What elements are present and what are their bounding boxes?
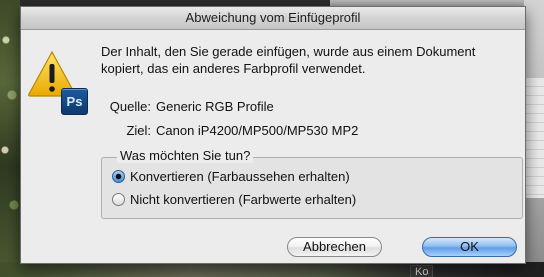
background-panel-tab[interactable]: Ko (410, 265, 434, 277)
source-profile-label: Quelle: (109, 99, 151, 114)
source-profile-row: Quelle: Generic RGB Profile (101, 99, 274, 114)
dialog-content: Ps Der Inhalt, den Sie gerade einfügen, … (21, 30, 525, 263)
dialog-message: Der Inhalt, den Sie gerade einfügen, wur… (101, 44, 476, 76)
radio-dont-convert-label[interactable]: Nicht konvertieren (Farbwerte erhalten) (130, 192, 356, 207)
paste-profile-mismatch-dialog: Abweichung vom Einfügeprofil Ps Der Inha… (20, 6, 526, 264)
target-profile-value: Canon iP4200/MP500/MP530 MP2 (156, 123, 359, 138)
dialog-title: Abweichung vom Einfügeprofil (21, 7, 525, 30)
target-profile-label: Ziel: (126, 123, 151, 138)
background-photo-bottom (0, 262, 544, 277)
source-profile-value: Generic RGB Profile (156, 99, 274, 114)
radio-button[interactable] (112, 193, 125, 206)
cancel-button[interactable]: Abbrechen (287, 237, 382, 257)
radio-convert-label[interactable]: Konvertieren (Farbaussehen erhalten) (130, 169, 350, 184)
photoshop-app-icon: Ps (61, 88, 88, 115)
radio-button-selected[interactable] (112, 170, 125, 183)
options-group: Konvertieren (Farbaussehen erhalten) Nic… (101, 157, 523, 219)
options-group-title: Was möchten Sie tun? (117, 148, 254, 163)
target-profile-row: Ziel: Canon iP4200/MP500/MP530 MP2 (101, 123, 358, 138)
background-panel-list (524, 78, 544, 198)
background-photo (0, 0, 20, 277)
ok-button[interactable]: OK (422, 237, 517, 257)
